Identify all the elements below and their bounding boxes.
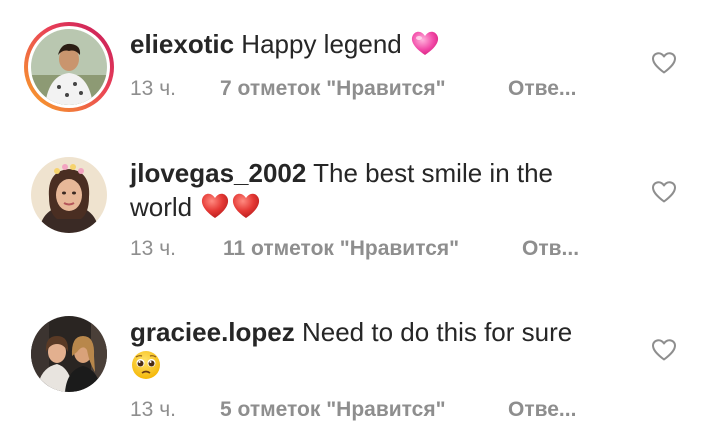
avatar-story-ring[interactable]: [24, 22, 114, 112]
like-heart-icon[interactable]: [651, 180, 677, 204]
like-heart-icon[interactable]: [651, 338, 677, 362]
comment-3: graciee.lopez Need to do this for sure 1…: [0, 290, 712, 444]
comment-body: Happy legend: [241, 29, 402, 59]
likes-count[interactable]: 5 отметок "Нравится": [220, 398, 446, 422]
like-heart-icon[interactable]: [651, 51, 677, 75]
username[interactable]: graciee.lopez: [130, 317, 295, 347]
comment-body: Need to do this for sure: [301, 317, 573, 347]
timestamp: 13 ч.: [130, 398, 176, 421]
username[interactable]: eliexotic: [130, 29, 234, 59]
comment-text: eliexotic Happy legend: [130, 28, 610, 65]
pleading-face-emoji: [130, 349, 162, 389]
comment-1: eliexotic Happy legend 13 ч. 7 отметок "…: [0, 0, 712, 140]
timestamp: 13 ч.: [130, 237, 176, 260]
avatar[interactable]: [31, 316, 107, 392]
comment-2: jlovegas_2002 The best smile in the worl…: [0, 140, 712, 290]
reply-button[interactable]: Отве...: [508, 398, 576, 422]
avatar[interactable]: [31, 29, 107, 105]
comment-text: graciee.lopez Need to do this for sure: [130, 316, 610, 389]
reply-button[interactable]: Отве...: [508, 77, 576, 101]
avatar[interactable]: [31, 157, 107, 233]
timestamp: 13 ч.: [130, 77, 176, 100]
comment-text: jlovegas_2002 The best smile in the worl…: [130, 157, 610, 228]
username[interactable]: jlovegas_2002: [130, 158, 306, 188]
reply-button[interactable]: Отв...: [522, 237, 579, 261]
pink-heart-emoji: [409, 29, 441, 65]
two-red-hearts-emoji: [199, 190, 263, 228]
likes-count[interactable]: 11 отметок "Нравится": [223, 237, 459, 261]
likes-count[interactable]: 7 отметок "Нравится": [220, 77, 446, 101]
